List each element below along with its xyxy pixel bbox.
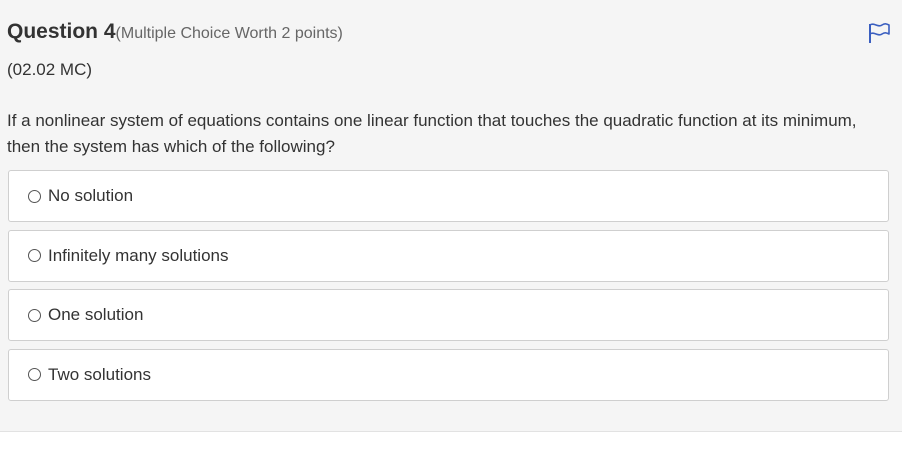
radio-button[interactable] [28, 189, 41, 203]
answer-option-one-solution[interactable]: One solution [8, 289, 889, 341]
answer-option-no-solution[interactable]: No solution [8, 170, 889, 222]
flag-icon[interactable] [868, 22, 892, 44]
option-label: Two solutions [48, 364, 151, 384]
answer-option-two-solutions[interactable]: Two solutions [8, 348, 889, 401]
question-panel: Question 4(Multiple Choice Worth 2 point… [0, 0, 902, 432]
question-code: (02.02 MC) [7, 60, 93, 79]
question-title: Question 4 [7, 20, 116, 43]
question-prompt: If a nonlinear system of equations conta… [7, 111, 857, 156]
radio-button[interactable] [28, 308, 41, 322]
radio-button[interactable] [28, 368, 41, 381]
option-label: Infinitely many solutions [48, 245, 229, 265]
answer-option-infinitely-many[interactable]: Infinitely many solutions [8, 229, 889, 282]
answer-options: No solution Infinitely many solutions On… [8, 170, 889, 408]
question-header: Question 4(Multiple Choice Worth 2 point… [7, 20, 343, 44]
question-worth: (Multiple Choice Worth 2 points) [115, 25, 343, 42]
option-label: No solution [48, 186, 134, 205]
radio-button[interactable] [28, 249, 41, 262]
option-label: One solution [48, 305, 144, 324]
